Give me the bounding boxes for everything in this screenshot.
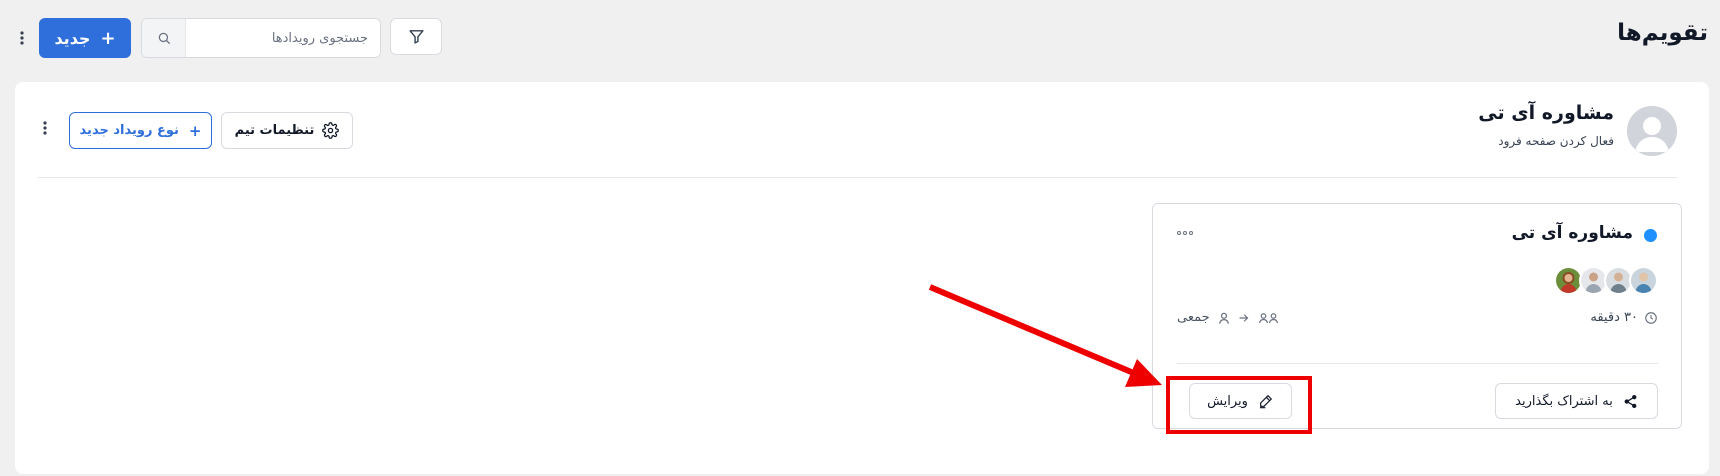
- event-type-card: مشاوره آی تی ۳۰ دقیقه جمعی به اشتراک بگذ…: [1152, 203, 1682, 429]
- page-title: تقویم‌ها: [1617, 20, 1708, 46]
- host-avatar: [1629, 266, 1658, 295]
- event-duration: ۳۰ دقیقه: [1590, 310, 1658, 325]
- more-options-button[interactable]: [14, 26, 30, 50]
- new-event-type-label: نوع رویداد جدید: [79, 123, 179, 138]
- new-event-type-button[interactable]: + نوع رویداد جدید: [69, 112, 212, 149]
- user-placeholder-icon: [1627, 106, 1677, 156]
- card-divider: [1177, 363, 1658, 364]
- team-avatar: [1627, 106, 1677, 156]
- team-name: مشاوره آی تی: [1478, 102, 1614, 124]
- plus-icon: +: [100, 27, 116, 49]
- edit-label: ویرایش: [1207, 393, 1248, 409]
- new-button[interactable]: + جدید: [39, 18, 131, 58]
- share-button[interactable]: به اشتراک بگذارید: [1495, 383, 1658, 419]
- gear-icon: [322, 122, 340, 139]
- team-panel: مشاوره آی تی فعال کردن صفحه فرود تنظیمات…: [15, 82, 1709, 474]
- edit-button[interactable]: ویرایش: [1189, 383, 1292, 419]
- filter-icon: [408, 30, 424, 44]
- team-more-options-button[interactable]: [37, 118, 53, 138]
- users-icon: [1258, 312, 1278, 323]
- user-icon: [1218, 312, 1229, 324]
- dot: [1183, 231, 1187, 235]
- event-seats-type: جمعی: [1177, 310, 1280, 325]
- card-more-button[interactable]: [1177, 226, 1197, 240]
- host-avatars: [1554, 266, 1658, 295]
- search-icon-container: [142, 19, 186, 57]
- search-icon: [158, 32, 170, 44]
- search-box: [141, 18, 381, 58]
- team-settings-button[interactable]: تنظیمات تیم: [221, 112, 353, 149]
- clock-icon: [1645, 311, 1657, 324]
- seats-type-label: جمعی: [1177, 310, 1210, 325]
- pencil-icon: [1259, 395, 1272, 409]
- kebab-menu-icon: [20, 31, 24, 45]
- duration-label: ۳۰ دقیقه: [1590, 310, 1638, 325]
- team-landing-link[interactable]: فعال کردن صفحه فرود: [1498, 134, 1614, 148]
- top-bar: تقویم‌ها + جدید: [0, 0, 1720, 76]
- event-color-dot: [1644, 229, 1657, 242]
- event-title: مشاوره آی تی: [1511, 223, 1633, 243]
- search-input[interactable]: [186, 19, 380, 57]
- team-settings-label: تنظیمات تیم: [234, 123, 315, 138]
- header-divider: [38, 177, 1677, 178]
- new-button-label: جدید: [54, 28, 91, 48]
- dot: [1177, 231, 1181, 235]
- share-label: به اشتراک بگذارید: [1515, 393, 1613, 409]
- kebab-menu-icon: [43, 121, 47, 135]
- share-icon: [1624, 394, 1637, 408]
- arrow-right-icon: [1239, 313, 1249, 322]
- dot: [1189, 231, 1193, 235]
- plus-icon: +: [188, 121, 202, 140]
- filter-button[interactable]: [390, 18, 442, 55]
